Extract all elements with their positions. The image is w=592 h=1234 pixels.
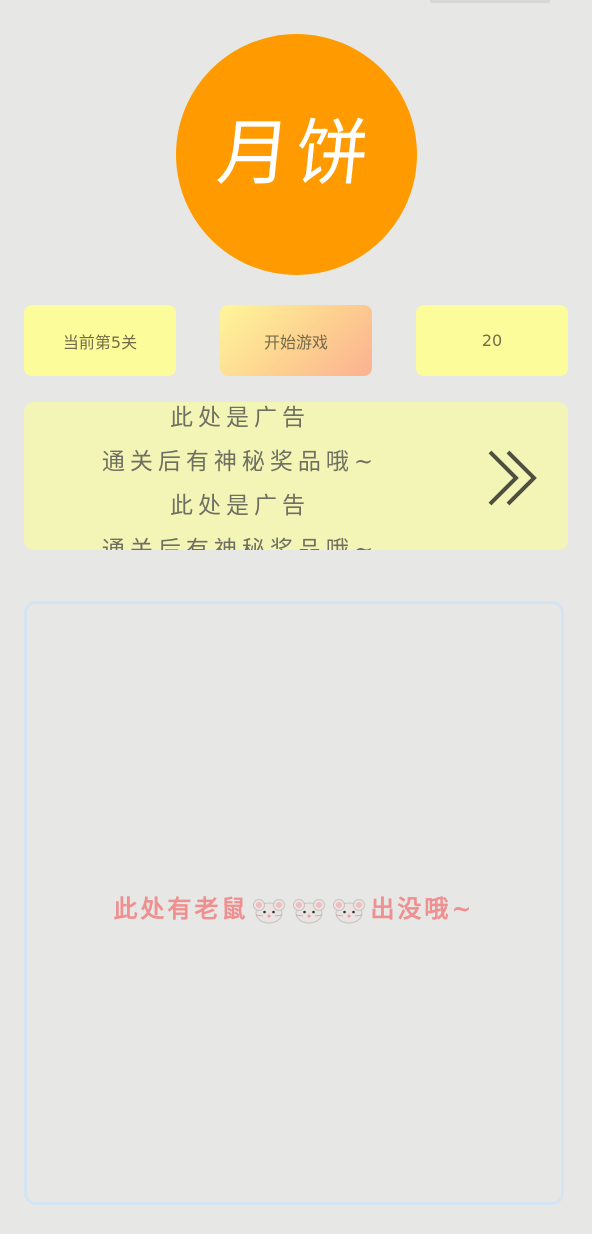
logo-circle: 月饼: [176, 34, 417, 275]
double-chevron-right-icon[interactable]: [486, 446, 546, 510]
board-message-start: 此处有老鼠: [113, 894, 249, 923]
level-label: 当前第5关: [62, 332, 138, 352]
board-message: 此处有老鼠 出没哦~: [27, 889, 561, 924]
mouse-icon: [293, 898, 326, 923]
mouse-icon: [333, 898, 366, 923]
top-status-strip: [430, 0, 550, 3]
mouse-icon-group: [252, 898, 366, 924]
start-game-label: 开始游戏: [263, 332, 328, 352]
game-board[interactable]: 此处有老鼠 出没哦~: [24, 601, 564, 1205]
start-game-button[interactable]: 开始游戏: [220, 305, 372, 376]
score-display: 20: [416, 305, 568, 376]
score-value: 20: [481, 331, 503, 350]
logo-text: 月饼: [214, 110, 379, 195]
mouse-icon: [253, 898, 286, 923]
ad-line: 此处是广告: [170, 405, 310, 431]
ad-line: 通关后有神秘奖品哦~: [101, 537, 379, 550]
ad-line: 此处是广告: [170, 493, 310, 519]
ad-banner: 此处是广告 通关后有神秘奖品哦~ 此处是广告 通关后有神秘奖品哦~: [24, 402, 568, 550]
ad-line: 通关后有神秘奖品哦~: [101, 449, 379, 475]
board-message-end: 出没哦~: [370, 894, 475, 923]
level-indicator: 当前第5关: [24, 305, 176, 376]
